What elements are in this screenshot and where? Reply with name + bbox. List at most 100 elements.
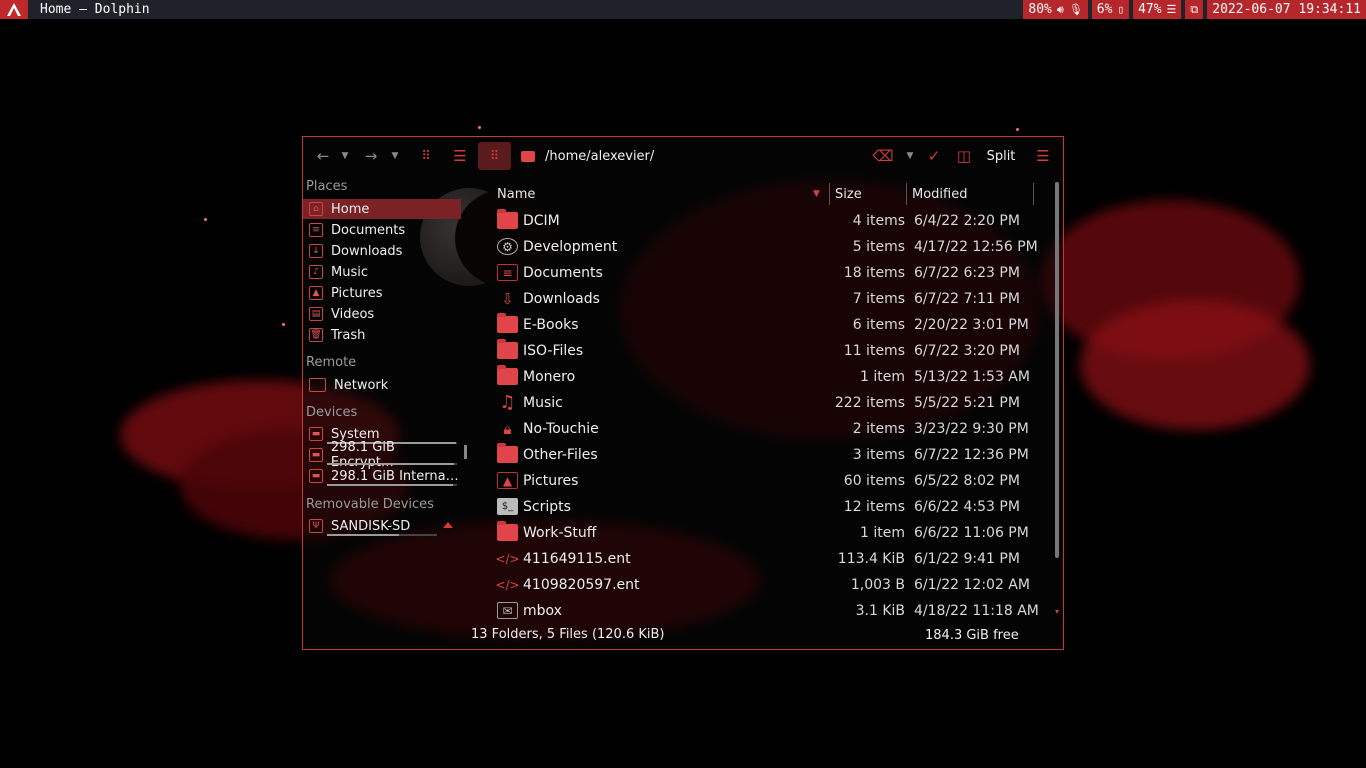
checkmark-icon[interactable]: ✓: [926, 142, 942, 170]
file-row[interactable]: $_ Scripts 12 items 6/6/22 4:53 PM: [491, 494, 1047, 520]
file-row[interactable]: DCIM 4 items 6/4/22 2:20 PM: [491, 208, 1047, 234]
file-modified: 6/7/22 3:20 PM: [914, 343, 1020, 359]
file-row[interactable]: ≡ Documents 18 items 6/7/22 6:23 PM: [491, 260, 1047, 286]
file-row[interactable]: ⚙ Development 5 items 4/17/22 12:56 PM: [491, 234, 1047, 260]
scroll-down-indicator-icon[interactable]: ▾: [1055, 607, 1059, 616]
column-divider[interactable]: [1033, 183, 1034, 205]
file-name: Pictures: [523, 473, 579, 489]
sidebar-item-videos[interactable]: ▤ Videos: [303, 304, 461, 324]
remote-section-title: Remote: [306, 355, 357, 370]
sort-descending-icon[interactable]: ▼: [813, 189, 820, 199]
file-row[interactable]: Work-Stuff 1 item 6/6/22 11:06 PM: [491, 520, 1047, 546]
volume-value: 80%: [1028, 2, 1052, 17]
free-space[interactable]: 184.3 GiB free: [925, 628, 1019, 643]
icons-view-icon[interactable]: ⠿: [416, 142, 436, 170]
file-row[interactable]: ♫ Music 222 items 5/5/22 5:21 PM: [491, 390, 1047, 416]
music-icon: ♪: [309, 265, 323, 279]
file-name: mbox: [523, 603, 562, 619]
places-section-title: Places: [306, 179, 348, 194]
forward-arrow-icon[interactable]: →: [363, 142, 379, 170]
folder-icon: [497, 521, 518, 541]
memory-value: 47%: [1138, 2, 1162, 17]
sidebar-item-pictures[interactable]: ▲ Pictures: [303, 283, 461, 303]
sidebar-item-documents[interactable]: ≡ Documents: [303, 220, 461, 240]
sidebar-item-trash[interactable]: 🗑︎ Trash: [303, 325, 461, 345]
file-row[interactable]: </> 4109820597.ent 1,003 B 6/1/22 12:02 …: [491, 572, 1047, 598]
file-list-scrollbar[interactable]: [1055, 182, 1059, 558]
network-indicator[interactable]: ⧉: [1185, 0, 1204, 19]
file-row[interactable]: ✉ mbox 3.1 KiB 4/18/22 11:18 AM: [491, 598, 1047, 624]
file-name: Downloads: [523, 291, 600, 307]
sidebar-item-music[interactable]: ♪ Music: [303, 262, 461, 282]
clear-dropdown-icon[interactable]: ▼: [904, 142, 916, 170]
downloads-folder-icon: ⇩: [501, 289, 514, 308]
usb-drive-icon: Ψ: [309, 519, 323, 533]
split-view-icon[interactable]: ◫: [955, 142, 973, 170]
file-row[interactable]: Other-Files 3 items 6/7/22 12:36 PM: [491, 442, 1047, 468]
hamburger-menu-icon[interactable]: ☰: [1033, 142, 1053, 170]
location-bar[interactable]: /home/alexevier/: [521, 143, 654, 169]
file-row[interactable]: ⇩ Downloads 7 items 6/7/22 7:11 PM: [491, 286, 1047, 312]
column-divider[interactable]: [829, 183, 830, 205]
file-modified: 6/7/22 12:36 PM: [914, 447, 1029, 463]
file-row[interactable]: </> 411649115.ent 113.4 KiB 6/1/22 9:41 …: [491, 546, 1047, 572]
sidebar-item-encrypted-drive[interactable]: ▬ 298.1 GiB Encrypt…: [303, 440, 461, 470]
file-name: DCIM: [523, 213, 560, 229]
active-window-title: Home — Dolphin: [40, 2, 150, 17]
file-modified: 6/5/22 8:02 PM: [914, 473, 1020, 489]
compact-view-icon[interactable]: ⠿: [478, 142, 511, 170]
volume-indicator[interactable]: 80% 🔊︎ 🎙︎: [1023, 0, 1088, 19]
lock-folder-icon: 🔒︎: [503, 419, 512, 438]
sidebar-item-network[interactable]: Network: [303, 375, 461, 395]
sidebar-scrollbar[interactable]: [464, 445, 467, 459]
sidebar-item-internal-drive[interactable]: ▬ 298.1 GiB Interna…: [303, 466, 461, 486]
file-row[interactable]: Monero 1 item 5/13/22 1:53 AM: [491, 364, 1047, 390]
column-name-header[interactable]: Name: [497, 187, 535, 202]
microphone-muted-icon: 🎙︎: [1068, 3, 1083, 16]
pictures-icon: ▲: [309, 286, 323, 300]
toolbar: ← ▼ → ▼ ⠿ ☰ ⠿ /home/alexevier/ ⌫ ▼ ✓ ◫ S…: [303, 137, 1063, 175]
folder-icon: [497, 339, 518, 359]
file-row[interactable]: ISO-Files 11 items 6/7/22 3:20 PM: [491, 338, 1047, 364]
forward-history-dropdown-icon[interactable]: ▼: [389, 142, 401, 170]
sidebar-item-downloads[interactable]: ↓ Downloads: [303, 241, 461, 261]
memory-indicator[interactable]: 47% ☰: [1133, 0, 1182, 19]
file-size: 1,003 B: [850, 577, 905, 593]
file-size: 18 items: [843, 265, 905, 281]
sandisk-usage-bar: [327, 534, 437, 536]
eject-icon[interactable]: [443, 522, 453, 528]
column-divider[interactable]: [906, 183, 907, 205]
clock[interactable]: 2022-06-07 19:34:11: [1207, 0, 1366, 19]
file-name: ISO-Files: [523, 343, 584, 359]
back-history-dropdown-icon[interactable]: ▼: [339, 142, 351, 170]
back-arrow-icon[interactable]: ←: [315, 142, 331, 170]
file-size: 5 items: [852, 239, 905, 255]
folder-icon: [497, 365, 518, 385]
home-icon: ⌂: [309, 202, 323, 216]
videos-icon: ▤: [309, 307, 323, 321]
clear-icon[interactable]: ⌫: [872, 142, 893, 170]
cpu-icon: ▯: [1117, 3, 1125, 16]
file-modified: 5/5/22 5:21 PM: [914, 395, 1020, 411]
column-modified-header[interactable]: Modified: [912, 187, 967, 202]
file-modified: 6/4/22 2:20 PM: [914, 213, 1020, 229]
sidebar-item-home[interactable]: ⌂ Home: [303, 199, 461, 219]
file-row[interactable]: ▲ Pictures 60 items 6/5/22 8:02 PM: [491, 468, 1047, 494]
split-label: Split: [986, 148, 1016, 164]
sidebar-item-sandisk-sd[interactable]: Ψ SANDISK-SD: [303, 516, 461, 536]
encrypted-drive-icon: ▬: [309, 448, 323, 462]
file-size: 60 items: [843, 473, 905, 489]
sidebar-item-label: SANDISK-SD: [331, 518, 411, 534]
cpu-indicator[interactable]: 6% ▯: [1091, 0, 1130, 19]
drive-icon: ▬: [309, 469, 323, 483]
file-row[interactable]: E-Books 6 items 2/20/22 3:01 PM: [491, 312, 1047, 338]
file-row[interactable]: 🔒︎ No-Touchie 2 items 3/23/22 9:30 PM: [491, 416, 1047, 442]
internal-drive-usage-bar: [327, 484, 457, 486]
details-view-icon[interactable]: ☰: [450, 142, 470, 170]
arch-linux-logo-icon[interactable]: [0, 0, 28, 19]
file-modified: 4/17/22 12:56 PM: [914, 239, 1038, 255]
split-button[interactable]: Split: [983, 142, 1019, 170]
column-size-header[interactable]: Size: [835, 187, 862, 202]
file-modified: 4/18/22 11:18 AM: [914, 603, 1039, 619]
cpu-value: 6%: [1096, 2, 1113, 17]
